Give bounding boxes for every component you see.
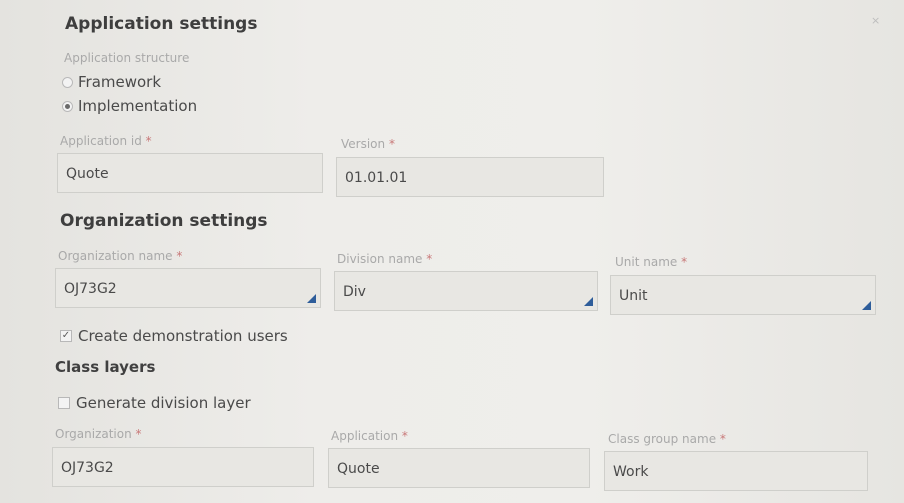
check-icon[interactable]: ✓ — [60, 330, 72, 342]
version-input[interactable]: 01.01.01 — [336, 157, 604, 197]
radio-framework-label: Framework — [78, 73, 162, 91]
unit-name-select[interactable]: Unit — [610, 275, 876, 315]
division-name-select[interactable]: Div — [334, 271, 598, 311]
radio-implementation-indicator[interactable] — [62, 100, 73, 112]
class-group-name-label: Class group name * — [608, 432, 726, 446]
application-id-input[interactable]: Quote — [57, 153, 323, 193]
checkbox-empty-icon[interactable] — [58, 397, 70, 409]
organization-settings-heading: Organization settings — [60, 211, 268, 231]
class-layers-heading: Class layers — [55, 358, 156, 376]
unit-name-label: Unit name * — [615, 255, 688, 269]
application-input[interactable]: Quote — [328, 448, 590, 488]
application-id-label: Application id * — [60, 134, 152, 148]
organization-input[interactable]: OJ73G2 — [52, 447, 314, 487]
radio-implementation[interactable]: Implementation — [62, 97, 197, 115]
organization-label: Organization * — [55, 427, 142, 441]
application-structure-label: Application structure — [64, 51, 190, 65]
create-demo-users-checkbox[interactable]: ✓ Create demonstration users — [60, 327, 288, 345]
division-name-label: Division name * — [337, 252, 433, 266]
radio-framework-indicator[interactable] — [62, 76, 73, 88]
create-demo-users-label: Create demonstration users — [78, 327, 288, 345]
close-icon[interactable]: × — [871, 14, 880, 27]
version-label: Version * — [341, 137, 395, 151]
organization-name-label: Organization name * — [58, 249, 183, 263]
class-group-name-input[interactable]: Work — [604, 451, 868, 491]
application-settings-heading: Application settings — [65, 14, 258, 34]
organization-name-select[interactable]: OJ73G2 — [55, 268, 321, 308]
application-label: Application * — [331, 429, 408, 443]
generate-division-layer-label: Generate division layer — [76, 394, 251, 412]
generate-division-layer-checkbox[interactable]: Generate division layer — [58, 394, 251, 412]
radio-implementation-label: Implementation — [78, 97, 198, 115]
radio-framework[interactable]: Framework — [62, 73, 161, 91]
application-wizard-panel: × Application settings Application struc… — [0, 0, 904, 503]
